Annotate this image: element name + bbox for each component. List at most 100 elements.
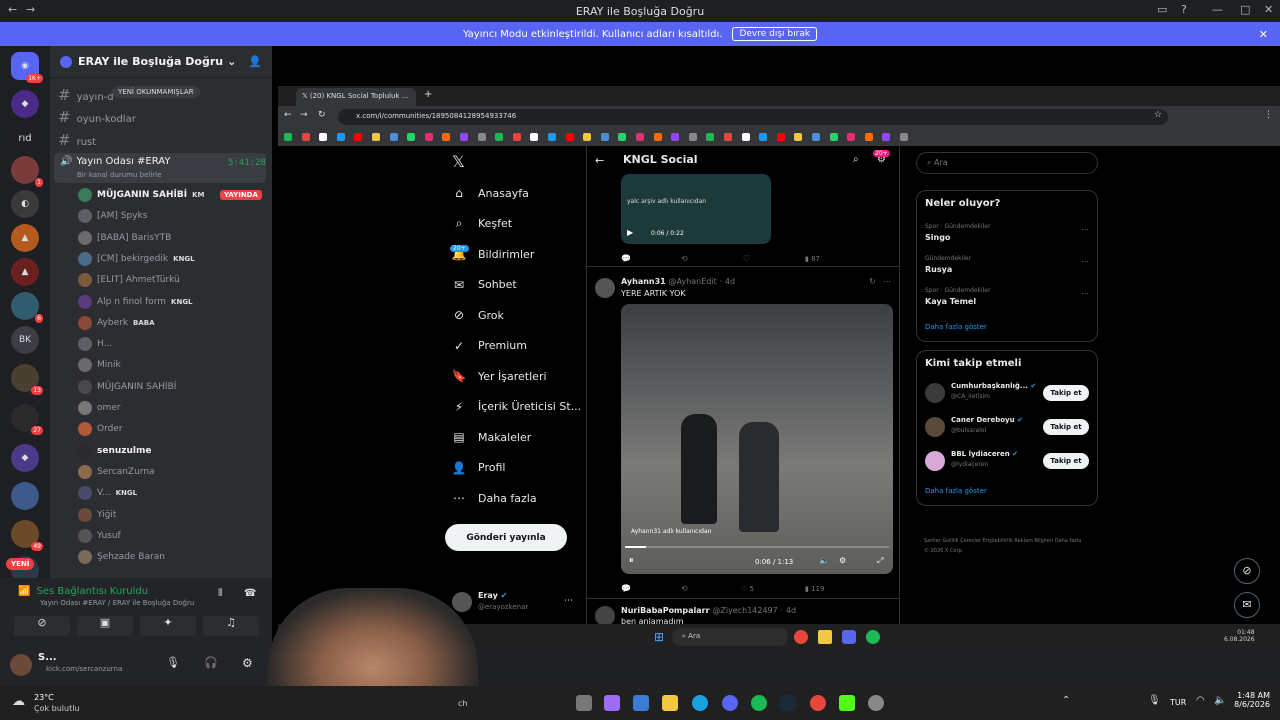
voice-member[interactable]: Yusuf	[78, 527, 121, 545]
bookmark-favicon-icon[interactable]	[495, 133, 504, 141]
server-folder-icon[interactable]: ◆	[11, 444, 39, 472]
bookmark-favicon-icon[interactable]	[460, 133, 468, 141]
follow-button[interactable]: Takip et	[1043, 453, 1089, 469]
close-banner-icon[interactable]: ✕	[1259, 28, 1268, 41]
microphone-icon[interactable]: 🎙	[1148, 695, 1161, 706]
voice-member[interactable]: senuzulme	[78, 442, 152, 460]
server-icon[interactable]: 1	[11, 156, 43, 187]
voice-member[interactable]: Order	[78, 420, 123, 438]
url-input[interactable]: x.com/i/communities/1895084128954933746	[338, 109, 1168, 125]
bookmark-favicon-icon[interactable]	[759, 133, 768, 141]
voice-member[interactable]: Minik	[78, 356, 121, 374]
post-button[interactable]: Gönderi yayınla	[445, 524, 567, 551]
volume-icon[interactable]: 🔈	[1214, 695, 1226, 706]
nav-item[interactable]: ✉ Sohbet	[452, 278, 517, 292]
back-icon[interactable]: ←	[284, 110, 292, 120]
bookmark-favicon-icon[interactable]	[636, 133, 644, 141]
edge-icon[interactable]	[692, 695, 708, 711]
bookmark-favicon-icon[interactable]	[741, 133, 750, 141]
help-icon[interactable]: ?	[1181, 3, 1187, 16]
new-tab-icon[interactable]: +	[424, 89, 432, 100]
bookmark-favicon-icon[interactable]	[301, 133, 310, 141]
bookmark-favicon-icon[interactable]	[706, 133, 715, 141]
server-folder-icon[interactable]: 49	[11, 520, 43, 551]
pause-icon[interactable]: ⏸	[629, 556, 634, 566]
spotify-icon[interactable]	[866, 630, 880, 644]
forward-icon[interactable]: →	[300, 110, 308, 120]
bookmark-favicon-icon[interactable]	[336, 133, 345, 141]
server-icon[interactable]: ◐	[11, 190, 39, 218]
server-folder-icon[interactable]: BK	[11, 326, 39, 354]
nav-item[interactable]: ⌂ Anasayfa	[452, 186, 529, 200]
nav-item[interactable]: ⊘ Grok	[452, 308, 504, 322]
voice-member[interactable]: Şehzade Baran	[78, 548, 165, 566]
store-icon[interactable]	[633, 695, 649, 711]
server-folder-icon[interactable]: 6	[11, 292, 43, 323]
suggested-account-name[interactable]: Cumhurbaşkanlığ... ✔	[951, 382, 1036, 390]
chevron-up-icon[interactable]: ⌃	[1062, 695, 1070, 706]
stream-search[interactable]: ⌕ Ara	[672, 628, 788, 646]
bookmark-favicon-icon[interactable]	[618, 133, 627, 141]
noise-icon[interactable]: ⦀	[218, 588, 222, 599]
x-logo-icon[interactable]: 𝕏	[452, 152, 465, 171]
retweet-icon[interactable]: ⟲	[681, 584, 688, 593]
minimize-icon[interactable]: —	[1212, 3, 1223, 16]
nav-item[interactable]: ⋯ Daha fazla	[452, 491, 537, 505]
back-arrow-icon[interactable]: ←	[595, 154, 604, 167]
server-folder-icon[interactable]: 13	[11, 364, 43, 395]
server-rid[interactable]: rıd	[11, 124, 39, 152]
nav-item[interactable]: ⚡ İçerik Üreticisi St...	[452, 400, 581, 414]
user-avatar[interactable]	[10, 654, 32, 676]
copilot-icon[interactable]	[604, 695, 620, 711]
avatar[interactable]	[925, 417, 945, 437]
reply-icon[interactable]: 💬	[621, 254, 631, 263]
bookmark-favicon-icon[interactable]	[548, 133, 556, 141]
channel-oyun-kodlar[interactable]: # oyun-kodlar	[58, 108, 136, 126]
voice-member[interactable]: SercanZurna	[78, 463, 155, 481]
new-servers-pill[interactable]: YENİ	[6, 558, 35, 570]
forward-arrow-icon[interactable]: →	[26, 3, 35, 16]
server-header[interactable]: ERAY ile Boşluğa Doğru ⌄ 👤	[50, 46, 272, 78]
post-author[interactable]: Ayhann31 @AyhanEdit · 4d	[621, 277, 735, 286]
nav-item[interactable]: ▤ Makaleler	[452, 430, 531, 444]
voice-member[interactable]: [CM] bekirgedik KNGL	[78, 250, 195, 268]
back-arrow-icon[interactable]: ←	[8, 3, 17, 16]
nav-item[interactable]: 🔖 Yer İşaretleri	[452, 369, 547, 383]
settings-icon[interactable]	[868, 695, 884, 711]
trend-more-icon[interactable]: ⋯	[1081, 257, 1089, 266]
bookmark-favicon-icon[interactable]	[671, 133, 680, 141]
task-view-icon[interactable]	[576, 695, 592, 711]
voice-member[interactable]: omer	[78, 399, 121, 417]
messages-float-icon[interactable]: ✉	[1234, 592, 1260, 618]
voice-member[interactable]: [BABA] BarisYTB	[78, 229, 171, 247]
bookmark-favicon-icon[interactable]	[776, 133, 785, 141]
spotify-icon[interactable]	[751, 695, 767, 711]
voice-member[interactable]: MÜJGANIN SAHİBİ	[78, 378, 176, 396]
bookmark-favicon-icon[interactable]	[389, 133, 398, 141]
nav-item[interactable]: 👤 Profil	[452, 461, 506, 475]
x-footer-links[interactable]: Şartlar Gizlilik Çerezler Erişilebilirli…	[924, 536, 1084, 556]
volume-icon[interactable]: 🔈	[819, 556, 829, 565]
headphones-icon[interactable]: 🎧	[204, 656, 218, 669]
voice-channel-path[interactable]: Yayın Odası #ERAY / ERAY ile Boşluğa Doğ…	[40, 599, 194, 607]
bookmark-favicon-icon[interactable]	[424, 133, 433, 141]
bookmark-favicon-icon[interactable]	[847, 133, 856, 141]
trend-more-icon[interactable]: ⋯	[1081, 225, 1089, 234]
chrome-icon[interactable]	[810, 695, 826, 711]
post-video[interactable]: Ayhann31 adlı kullanıcıdan ⏸ 0:06 / 1:13…	[621, 304, 893, 574]
bookmark-favicon-icon[interactable]	[794, 133, 803, 141]
bookmark-favicon-icon[interactable]	[900, 133, 908, 141]
trend-name[interactable]: Kaya Temel	[925, 297, 976, 306]
nav-item[interactable]: ✓ Premium	[452, 339, 527, 353]
like-count[interactable]: ♡ 5	[741, 585, 754, 593]
follow-button[interactable]: Takip et	[1043, 419, 1089, 435]
server-icon[interactable]: ▲	[11, 224, 39, 252]
like-icon[interactable]: ♡	[743, 254, 750, 263]
voice-member[interactable]: Alp n finol form KNGL	[78, 293, 193, 311]
grok-icon[interactable]: ↻	[869, 277, 876, 286]
bookmark-favicon-icon[interactable]	[583, 133, 592, 141]
taskbar-search-text[interactable]: ch	[458, 699, 467, 708]
voice-member[interactable]: H...	[78, 335, 112, 353]
discord-icon[interactable]	[842, 630, 856, 644]
x-search-input[interactable]: ⌕ Ara	[916, 152, 1098, 174]
